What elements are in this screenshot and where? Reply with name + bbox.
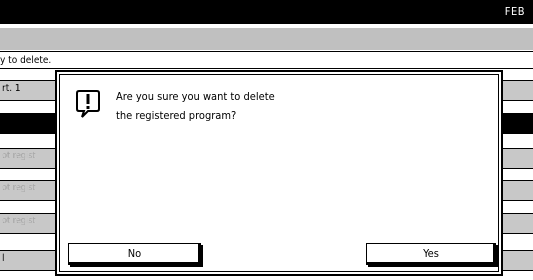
list-item-label: rt. 1 xyxy=(2,83,21,94)
divider xyxy=(0,68,533,69)
warning-icon xyxy=(76,90,100,118)
no-button[interactable]: No xyxy=(68,243,201,265)
yes-button[interactable]: Yes xyxy=(366,243,496,265)
divider xyxy=(0,51,533,52)
instruction-text: y to delete. xyxy=(0,55,52,66)
list-item-label: ot regist xyxy=(2,216,36,226)
dialog-message-line: Are you sure you want to delete xyxy=(116,90,275,103)
list-item-label: ot regist xyxy=(2,183,36,193)
header-band xyxy=(0,28,533,50)
date-indicator: FEB xyxy=(504,5,525,18)
confirm-delete-dialog: Are you sure you want to delete the regi… xyxy=(55,70,503,276)
list-item-label: l xyxy=(2,253,5,264)
top-status-bar: FEB xyxy=(0,0,533,24)
list-item-label: ot regist xyxy=(2,151,36,161)
dialog-message: Are you sure you want to delete the regi… xyxy=(116,87,275,125)
screen: FEB y to delete. rt. 1 ot regist ot regi… xyxy=(0,0,533,280)
dialog-frame: Are you sure you want to delete the regi… xyxy=(59,74,499,272)
dialog-message-line: the registered program? xyxy=(116,109,237,122)
